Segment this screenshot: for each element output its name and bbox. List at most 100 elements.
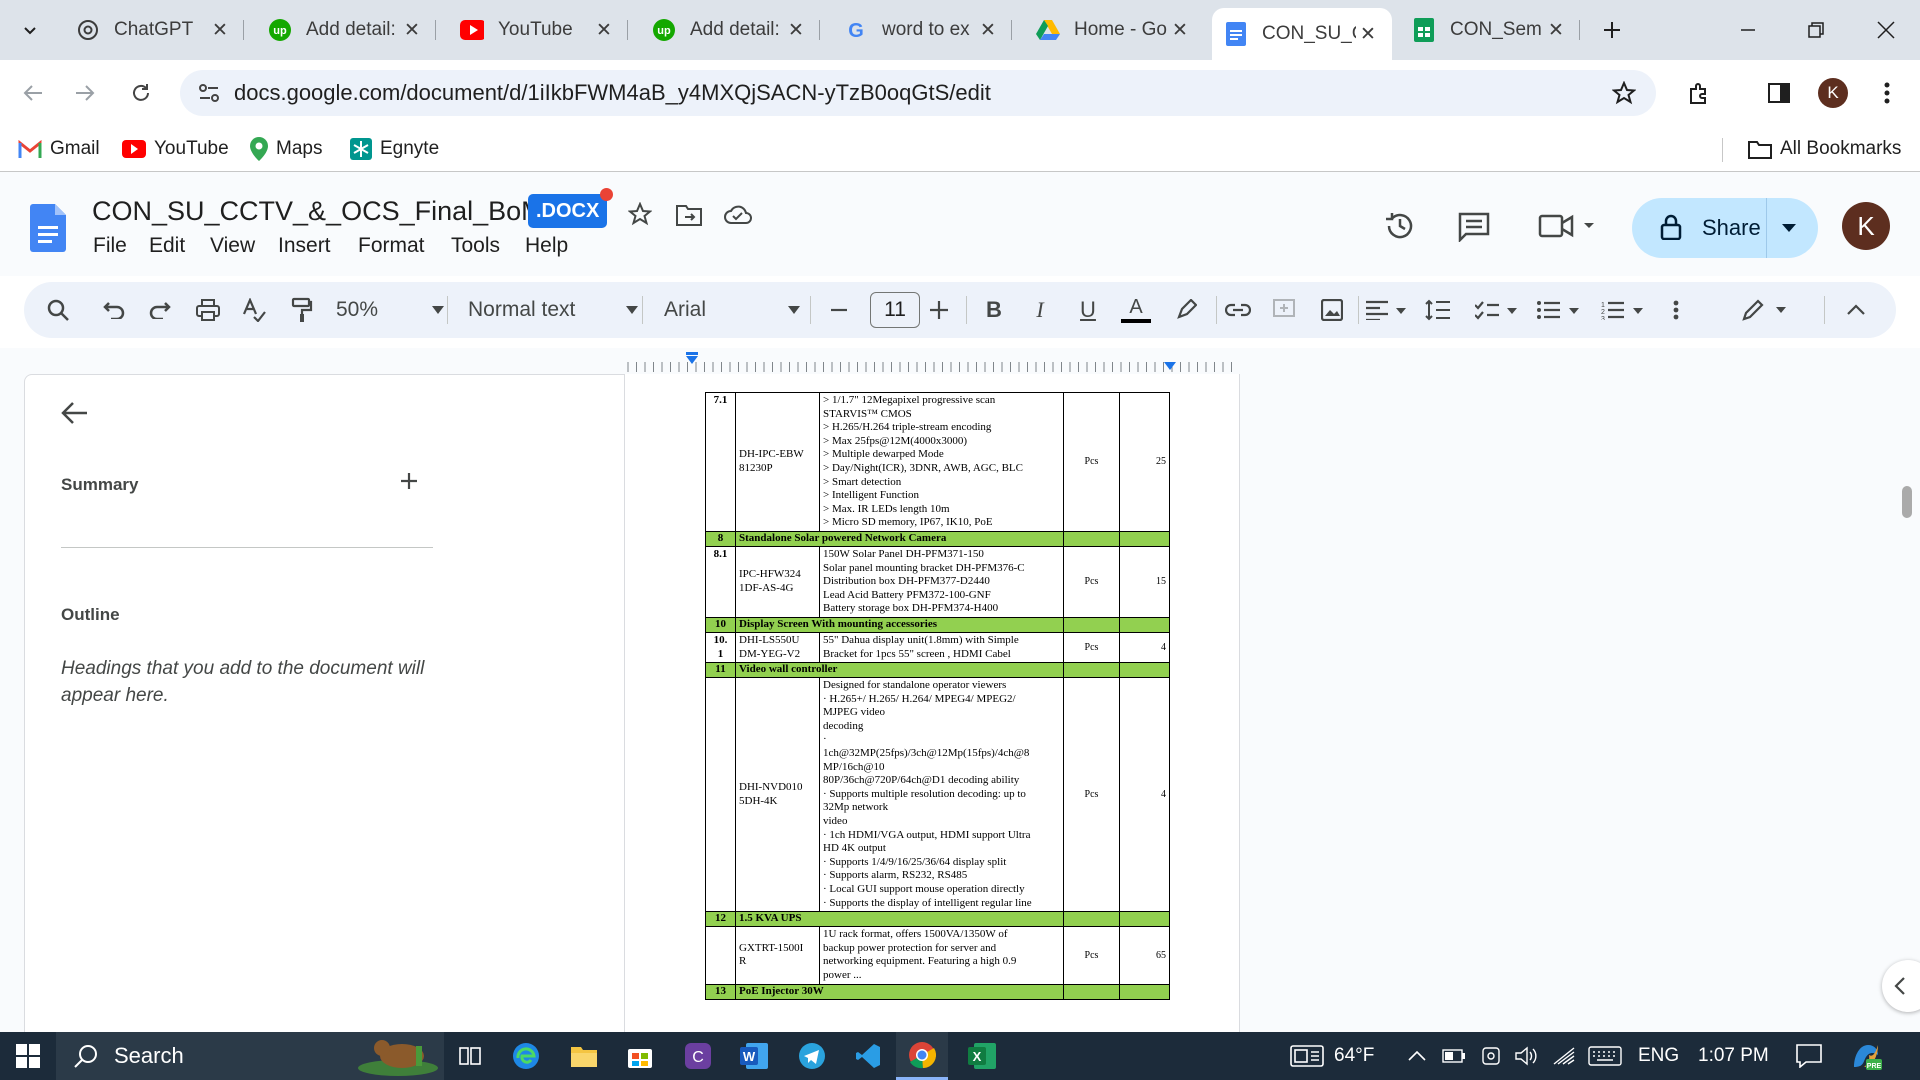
numbered-list-select[interactable]: 123 — [1596, 290, 1648, 330]
taskbar-search[interactable]: Search — [56, 1032, 444, 1080]
meet-camera-icon[interactable] — [1538, 212, 1598, 240]
zoom-select[interactable]: 50% — [336, 290, 456, 330]
chrome-icon-active[interactable] — [896, 1032, 948, 1080]
tab-upwork-2[interactable]: up Add detail: ✕ — [640, 8, 820, 52]
print-icon[interactable] — [192, 290, 224, 330]
menu-file[interactable]: File — [93, 234, 127, 258]
spellcheck-icon[interactable] — [238, 290, 270, 330]
increase-font-size-icon[interactable] — [924, 290, 954, 330]
weather-widget[interactable]: 64°F — [1290, 1032, 1374, 1080]
edge-icon[interactable] — [506, 1032, 546, 1080]
notifications-icon[interactable] — [1796, 1032, 1822, 1080]
bookmark-gmail[interactable]: Gmail — [18, 134, 100, 164]
close-tab-icon[interactable]: ✕ — [208, 18, 232, 42]
restore-button[interactable] — [1786, 12, 1846, 48]
menu-edit[interactable]: Edit — [149, 234, 185, 258]
browser-menu-icon[interactable] — [1870, 76, 1904, 110]
line-spacing-icon[interactable] — [1422, 290, 1454, 330]
add-comment-icon[interactable] — [1268, 290, 1300, 330]
clock[interactable]: 1:07 PM — [1698, 1032, 1769, 1080]
keyboard-icon[interactable] — [1588, 1032, 1622, 1080]
checklist-select[interactable] — [1470, 290, 1522, 330]
insert-link-icon[interactable] — [1222, 290, 1254, 330]
tab-drive[interactable]: Home - Go ✕ — [1024, 8, 1204, 52]
cloud-saved-icon[interactable] — [724, 204, 752, 224]
wifi-icon[interactable] — [1552, 1032, 1576, 1080]
language-indicator[interactable]: ENG — [1638, 1032, 1679, 1080]
horizontal-ruler[interactable] — [624, 348, 1240, 374]
document-page[interactable]: 7.1 DH-IPC-EBW 81230P > 1/1.7" 12Megapixel… — [624, 374, 1240, 1032]
close-tab-icon[interactable]: ✕ — [784, 18, 808, 42]
search-menus-icon[interactable] — [42, 290, 74, 330]
vertical-scrollbar-thumb[interactable] — [1902, 486, 1912, 518]
font-select[interactable]: Arial — [664, 290, 806, 330]
docs-home-logo[interactable] — [30, 204, 66, 252]
font-size-input[interactable]: 11 — [870, 292, 920, 328]
tab-docs-active[interactable]: CON_SU_C ✕ — [1212, 8, 1392, 60]
back-button[interactable] — [16, 76, 50, 110]
vscode-icon[interactable] — [848, 1032, 888, 1080]
app-icon-purple[interactable]: C — [678, 1032, 718, 1080]
highlight-pen-icon[interactable] — [1170, 290, 1202, 330]
menu-help[interactable]: Help — [525, 234, 568, 258]
share-button[interactable]: Share — [1632, 198, 1818, 258]
excel-icon[interactable]: X — [962, 1032, 1002, 1080]
close-tab-icon[interactable]: ✕ — [592, 18, 616, 42]
bookmark-maps[interactable]: Maps — [250, 134, 322, 164]
tab-chatgpt[interactable]: ChatGPT ✕ — [64, 8, 244, 52]
file-explorer-icon[interactable] — [564, 1032, 604, 1080]
word-icon[interactable]: W — [734, 1032, 774, 1080]
editing-mode-select[interactable] — [1736, 290, 1796, 330]
close-tab-icon[interactable]: ✕ — [1356, 22, 1380, 46]
side-panel-icon[interactable] — [1762, 76, 1796, 110]
battery-icon[interactable] — [1442, 1032, 1466, 1080]
all-bookmarks-button[interactable]: All Bookmarks — [1748, 134, 1901, 164]
close-window-button[interactable] — [1856, 12, 1916, 48]
italic-icon[interactable]: I — [1024, 290, 1056, 330]
tray-overflow-icon[interactable] — [1408, 1032, 1426, 1080]
share-dropdown-icon[interactable] — [1782, 224, 1796, 232]
paragraph-style-select[interactable]: Normal text — [468, 290, 642, 330]
menu-insert[interactable]: Insert — [278, 234, 331, 258]
version-history-icon[interactable] — [1384, 210, 1416, 242]
site-settings-icon[interactable] — [198, 83, 220, 103]
bold-icon[interactable]: B — [978, 290, 1010, 330]
tab-youtube[interactable]: YouTube ✕ — [448, 8, 628, 52]
forward-button[interactable] — [68, 76, 102, 110]
volume-icon[interactable] — [1514, 1032, 1538, 1080]
docx-badge[interactable]: .DOCX — [528, 188, 614, 228]
add-summary-icon[interactable] — [399, 471, 419, 491]
task-view-icon[interactable] — [450, 1032, 490, 1080]
menu-tools[interactable]: Tools — [451, 234, 500, 258]
move-folder-icon[interactable] — [676, 204, 702, 226]
menu-format[interactable]: Format — [358, 234, 425, 258]
microsoft-store-icon[interactable] — [620, 1032, 660, 1080]
address-bar[interactable]: docs.google.com/document/d/1iIkbFWM4aB_y… — [180, 70, 1656, 116]
menu-view[interactable]: View — [210, 234, 255, 258]
more-options-icon[interactable] — [1666, 290, 1686, 330]
close-tab-icon[interactable]: ✕ — [976, 18, 1000, 42]
reload-button[interactable] — [124, 76, 158, 110]
close-tab-icon[interactable]: ✕ — [1168, 18, 1192, 42]
close-tab-icon[interactable]: ✕ — [1544, 18, 1568, 42]
paint-format-icon[interactable] — [286, 290, 318, 330]
decrease-font-size-icon[interactable] — [824, 290, 854, 330]
profile-avatar[interactable]: K — [1816, 76, 1850, 110]
tab-upwork-1[interactable]: up Add detail: ✕ — [256, 8, 436, 52]
redo-icon[interactable] — [144, 290, 176, 330]
tab-sheets[interactable]: CON_Sem ✕ — [1400, 8, 1580, 52]
bookmark-youtube[interactable]: YouTube — [122, 134, 229, 164]
comments-icon[interactable] — [1458, 212, 1490, 242]
underline-icon[interactable]: U — [1072, 290, 1104, 330]
bullet-list-select[interactable] — [1532, 290, 1584, 330]
text-color-icon[interactable]: A — [1118, 290, 1154, 330]
tab-search-button[interactable] — [14, 14, 46, 46]
undo-icon[interactable] — [98, 290, 130, 330]
back-arrow-icon[interactable] — [61, 399, 89, 427]
close-tab-icon[interactable]: ✕ — [400, 18, 424, 42]
user-avatar[interactable]: K — [1842, 202, 1890, 250]
copilot-icon[interactable]: PRE — [1850, 1032, 1882, 1080]
minimize-button[interactable] — [1718, 12, 1778, 48]
align-select[interactable] — [1360, 290, 1412, 330]
new-tab-button[interactable] — [1596, 14, 1628, 46]
